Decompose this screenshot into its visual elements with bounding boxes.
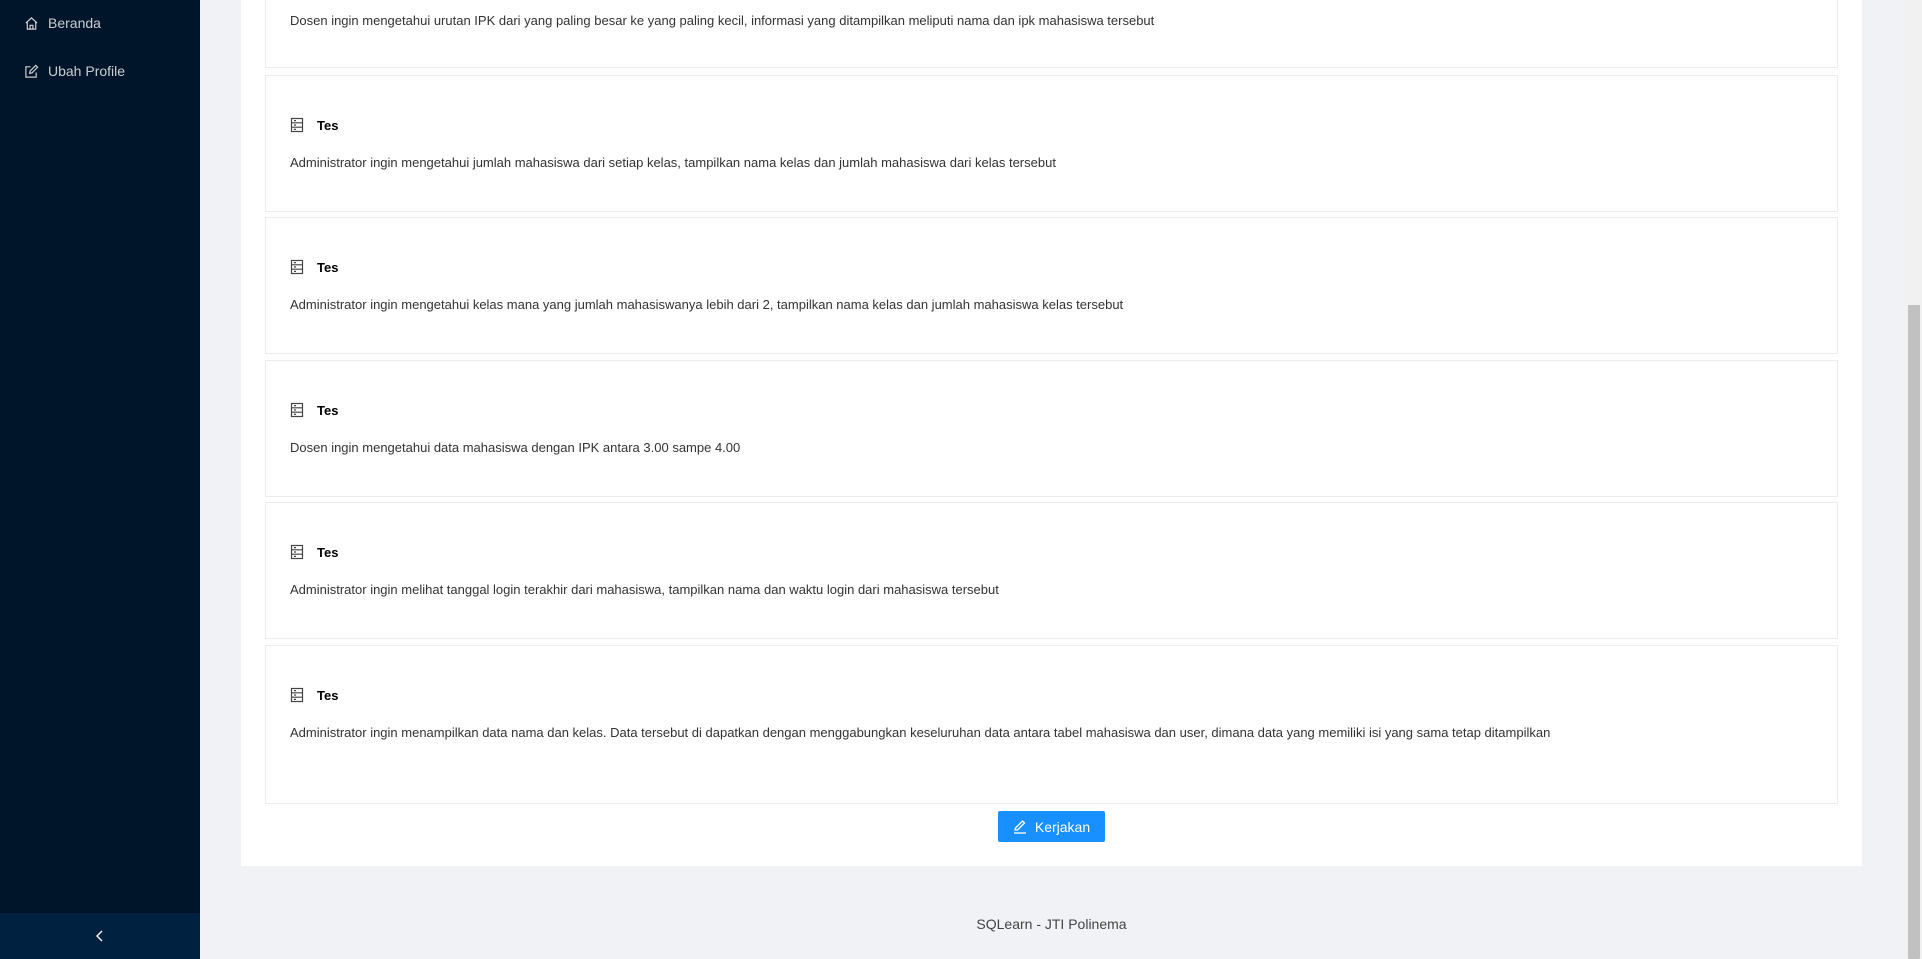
exercise-description: Administrator ingin menampilkan data nam… [290,725,1551,740]
exercise-title: Tes [317,117,339,133]
database-icon [290,687,304,703]
exercise-card[interactable]: Tes Administrator ingin menampilkan data… [265,645,1838,804]
exercise-description: Administrator ingin mengetahui kelas man… [290,297,1124,312]
edit-icon [25,64,39,78]
sidebar-collapse-button[interactable] [0,913,200,959]
sidebar-item-ubah-profile[interactable]: Ubah Profile [24,63,125,79]
exercise-header: Tes [290,117,338,133]
exercise-title: Tes [317,687,339,703]
home-icon [25,16,38,30]
page-scrollbar[interactable] [1905,0,1922,959]
exercise-title: Tes [317,402,339,418]
exercise-card[interactable]: Tes Administrator ingin mengetahui kelas… [265,217,1838,354]
exercise-card[interactable]: Tes Dosen ingin mengetahui data mahasisw… [265,360,1838,497]
edit-icon [1013,819,1026,834]
exercise-description: Dosen ingin mengetahui urutan IPK dari y… [290,13,1155,28]
kerjakan-button[interactable]: Kerjakan [998,811,1105,842]
database-icon [290,259,304,275]
database-icon [290,402,304,418]
sidebar: Beranda Ubah Profile [0,0,200,959]
sidebar-item-label: Beranda [48,15,101,31]
database-icon [290,544,304,560]
exercise-description: Administrator ingin mengetahui jumlah ma… [290,155,1056,170]
exercise-title: Tes [317,259,339,275]
sidebar-item-label: Ubah Profile [48,63,126,79]
chevron-left-icon [96,930,103,942]
kerjakan-label: Kerjakan [1034,818,1091,835]
exercise-description: Dosen ingin mengetahui data mahasiswa de… [290,440,741,455]
footer: SQLearn - JTI Polinema [976,916,1127,932]
scrollbar-thumb[interactable] [1908,305,1920,959]
sidebar-item-beranda[interactable]: Beranda [24,15,101,31]
exercise-card[interactable]: Tes Administrator ingin mengetahui jumla… [265,75,1838,212]
exercise-card[interactable]: Dosen ingin mengetahui urutan IPK dari y… [265,0,1838,68]
exercise-header: Tes [290,402,338,418]
exercise-title: Tes [317,544,339,560]
exercise-header: Tes [290,259,338,275]
exercise-description: Administrator ingin melihat tanggal logi… [290,582,999,597]
exercise-card[interactable]: Tes Administrator ingin melihat tanggal … [265,502,1838,639]
exercise-header: Tes [290,544,338,560]
database-icon [290,117,304,133]
exercise-header: Tes [290,687,338,703]
